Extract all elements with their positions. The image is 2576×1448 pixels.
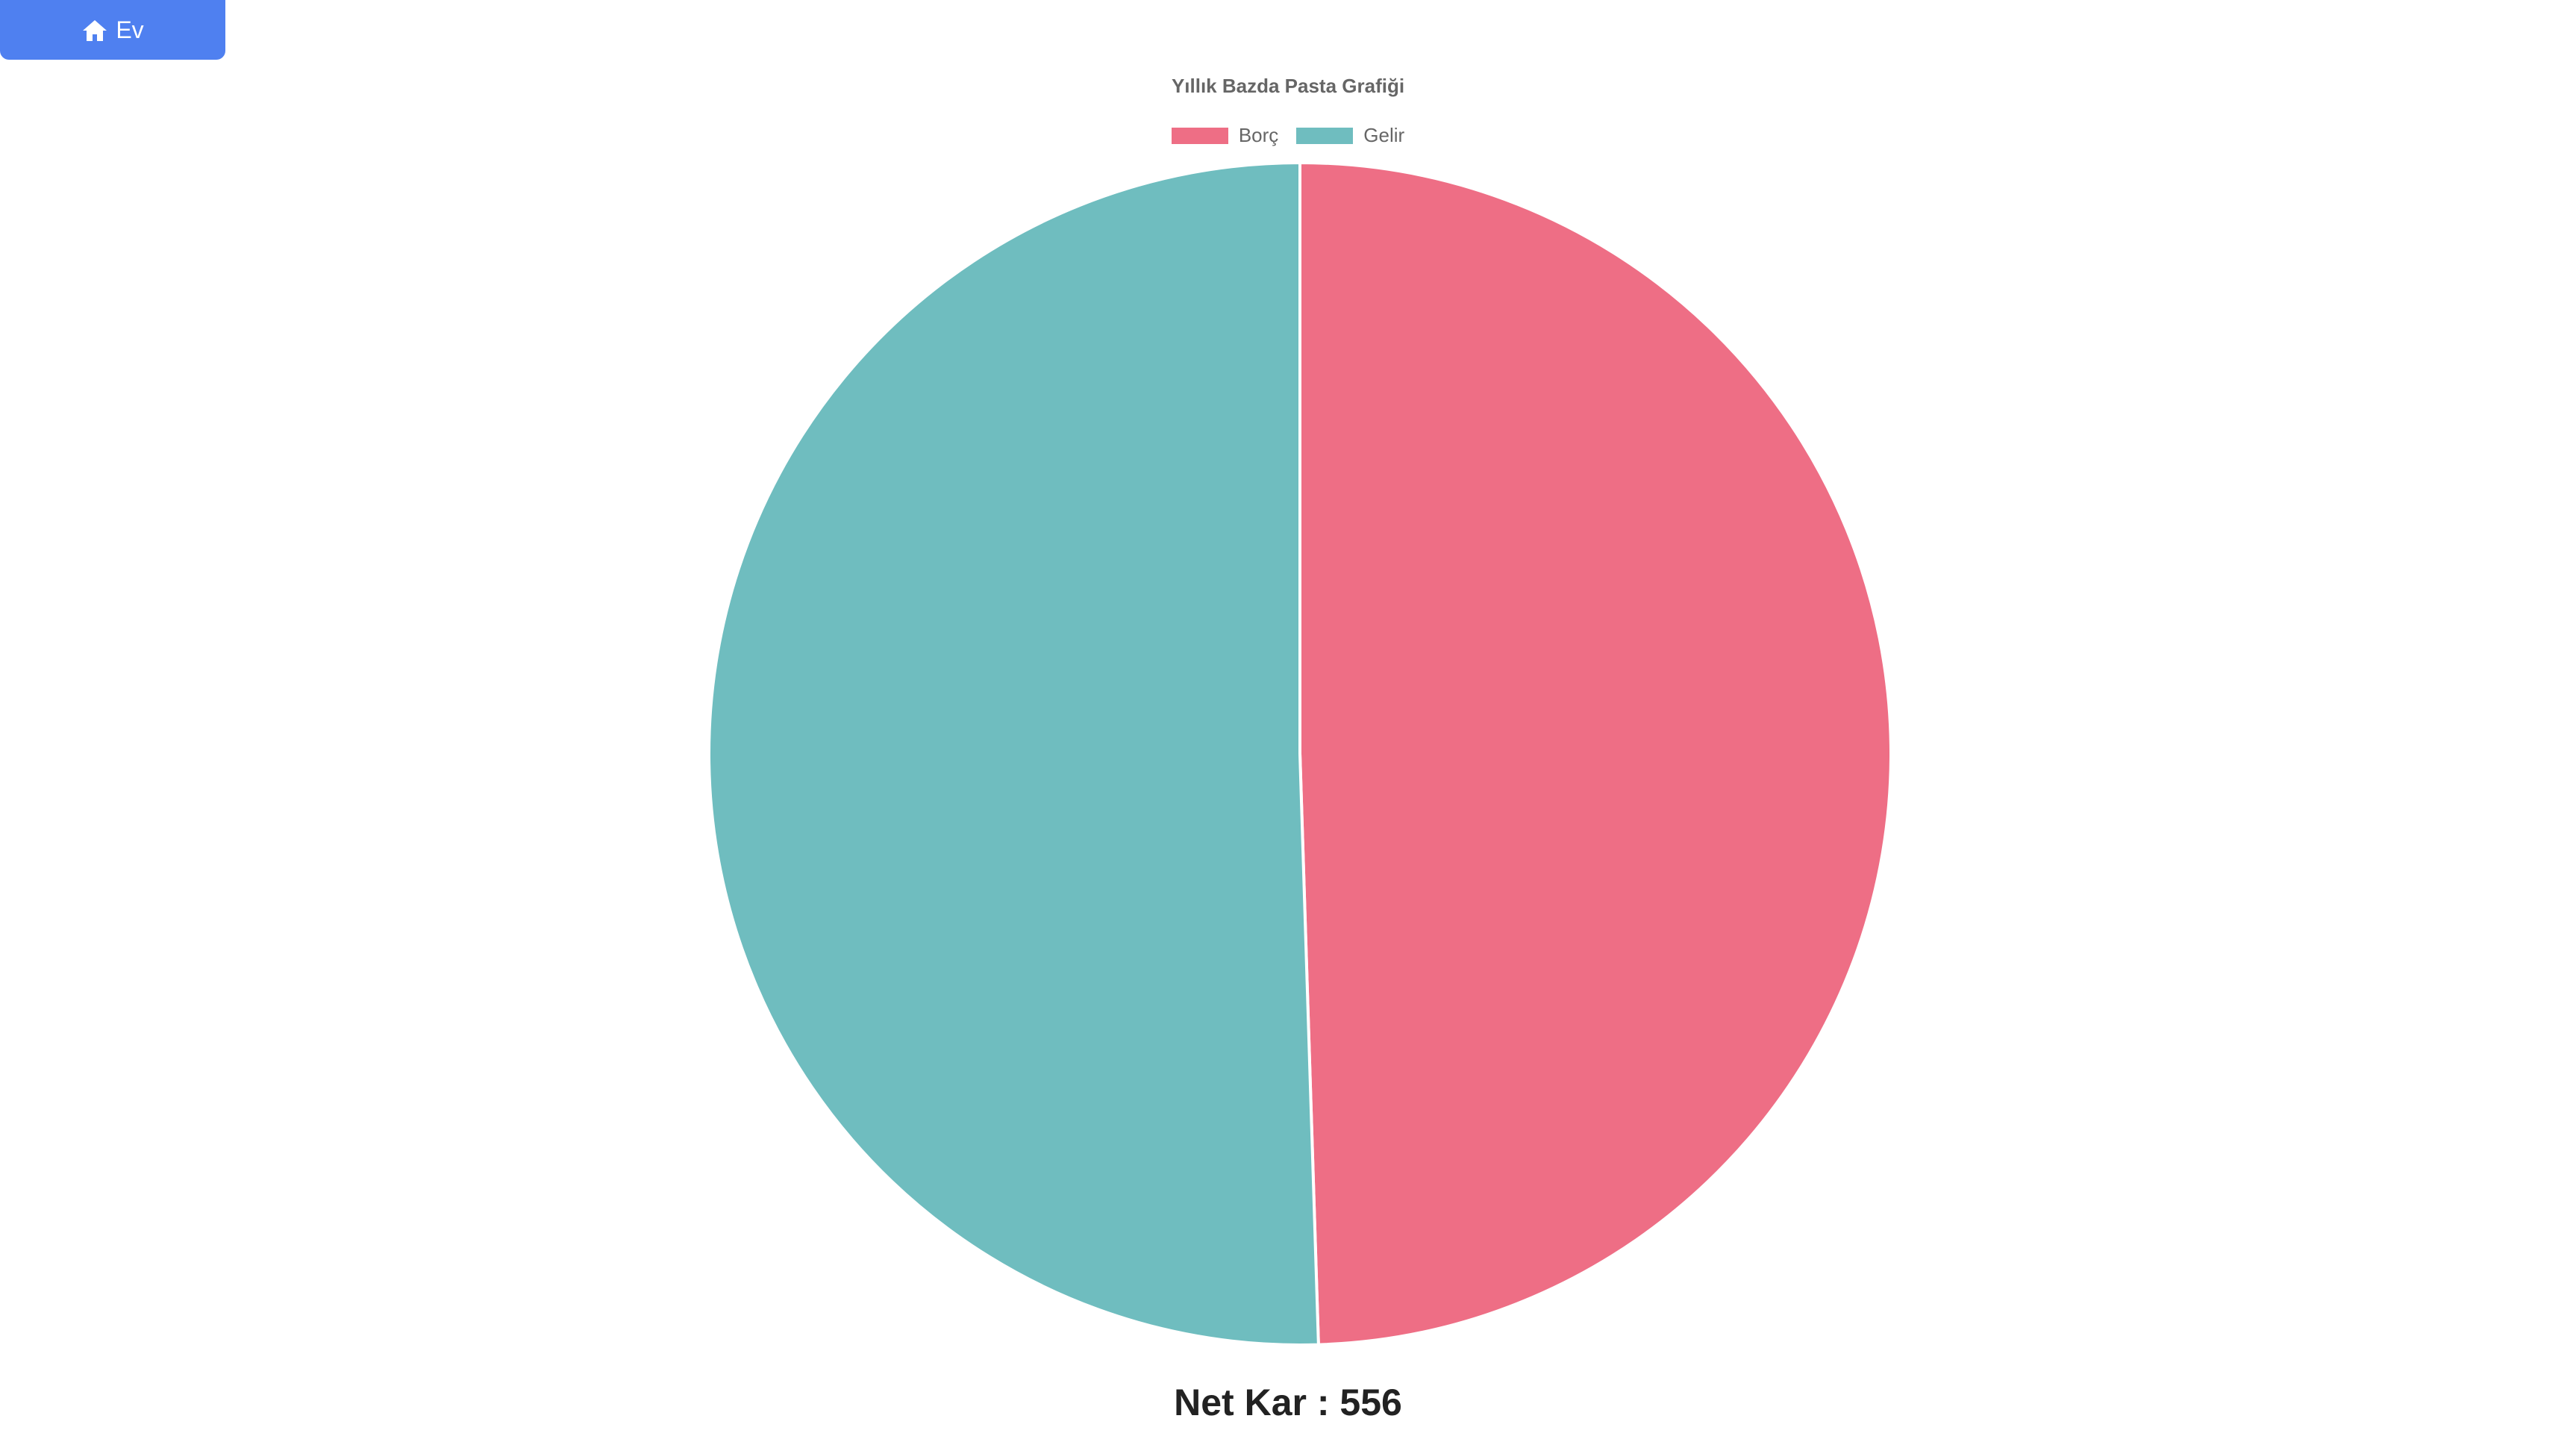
pie-slice-gelir[interactable] — [707, 160, 1320, 1346]
pie-chart — [707, 160, 1892, 1346]
pie-slice-bor-[interactable] — [1298, 160, 1892, 1346]
net-profit-text: Net Kar : 556 — [1174, 1382, 1402, 1423]
pie-chart-container: Yıllık Bazda Pasta Grafiği Borç Gelir — [0, 0, 2576, 1448]
